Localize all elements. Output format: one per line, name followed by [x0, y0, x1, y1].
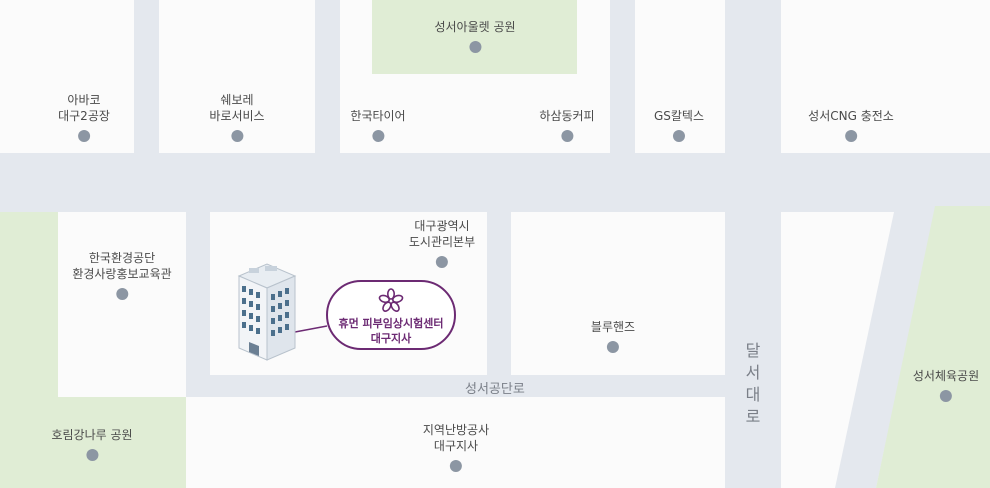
building-icon: [237, 263, 297, 361]
callout-connector: [294, 325, 328, 333]
destination-branch: 대구지사: [370, 332, 412, 345]
destination-name: 휴먼 피부임상시험센터: [338, 317, 444, 330]
destination-callout[interactable]: 휴먼 피부임상시험센터 대구지사: [326, 280, 456, 350]
flower-logo-icon: [378, 288, 404, 312]
